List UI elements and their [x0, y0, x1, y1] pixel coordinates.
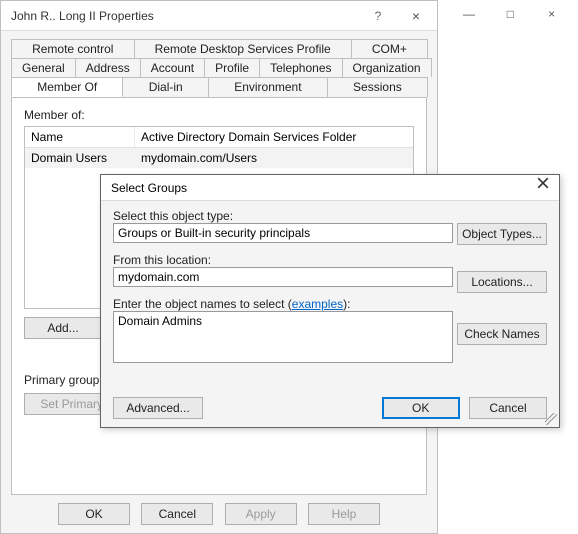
- close-icon[interactable]: ×: [401, 1, 431, 31]
- tab-general[interactable]: General: [11, 58, 76, 77]
- modal-titlebar: Select Groups: [101, 175, 559, 201]
- add-button[interactable]: Add...: [24, 317, 102, 339]
- object-types-button[interactable]: Object Types...: [457, 223, 547, 245]
- locations-button[interactable]: Locations...: [457, 271, 547, 293]
- help-button[interactable]: Help: [308, 503, 380, 525]
- resize-grip-icon[interactable]: [545, 413, 557, 425]
- table-header: Name Active Directory Domain Services Fo…: [25, 127, 413, 148]
- tab-account[interactable]: Account: [140, 58, 205, 77]
- object-type-field[interactable]: [113, 223, 453, 243]
- tab-strip: Remote control Remote Desktop Services P…: [11, 39, 427, 97]
- maximize-icon[interactable]: □: [491, 0, 529, 28]
- cancel-button[interactable]: Cancel: [141, 503, 213, 525]
- cell-folder: mydomain.com/Users: [135, 148, 413, 168]
- member-of-label: Member of:: [24, 108, 414, 122]
- apply-button[interactable]: Apply: [225, 503, 297, 525]
- location-label: From this location:: [113, 253, 547, 267]
- object-names-label: Enter the object names to select (exampl…: [113, 297, 547, 311]
- names-label-post: ):: [343, 297, 350, 311]
- check-names-button[interactable]: Check Names: [457, 323, 547, 345]
- titlebar: John R.. Long II Properties ? ×: [1, 1, 437, 31]
- modal-buttons: OK Cancel: [376, 397, 547, 419]
- dialog-buttons: OK Cancel Apply Help: [1, 503, 437, 525]
- tab-member-of[interactable]: Member Of: [11, 77, 123, 97]
- object-names-input[interactable]: [113, 311, 453, 363]
- parent-window-controls: — □ ×: [450, 0, 578, 40]
- examples-link[interactable]: examples: [292, 297, 343, 311]
- window-title: John R.. Long II Properties: [11, 9, 154, 23]
- ok-button[interactable]: OK: [58, 503, 130, 525]
- table-row[interactable]: Domain Users mydomain.com/Users: [25, 148, 413, 168]
- close-icon[interactable]: [531, 177, 555, 197]
- cell-name: Domain Users: [25, 148, 135, 168]
- col-name[interactable]: Name: [25, 127, 135, 147]
- tab-organization[interactable]: Organization: [342, 58, 432, 77]
- tab-telephones[interactable]: Telephones: [259, 58, 342, 77]
- minimize-icon[interactable]: —: [450, 0, 488, 28]
- names-label-pre: Enter the object names to select (: [113, 297, 292, 311]
- col-folder[interactable]: Active Directory Domain Services Folder: [135, 127, 413, 147]
- tab-rds-profile[interactable]: Remote Desktop Services Profile: [134, 39, 352, 58]
- object-type-label: Select this object type:: [113, 209, 547, 223]
- tab-remote-control[interactable]: Remote control: [11, 39, 135, 58]
- ok-button[interactable]: OK: [382, 397, 460, 419]
- tab-profile[interactable]: Profile: [204, 58, 260, 77]
- help-icon[interactable]: ?: [363, 1, 393, 31]
- tab-dial-in[interactable]: Dial-in: [122, 77, 208, 97]
- close-icon[interactable]: ×: [533, 0, 571, 28]
- tab-sessions[interactable]: Sessions: [327, 77, 428, 97]
- location-field[interactable]: [113, 267, 453, 287]
- select-groups-dialog: Select Groups Select this object type: O…: [100, 174, 560, 428]
- modal-title: Select Groups: [111, 181, 187, 195]
- tab-com-plus[interactable]: COM+: [351, 39, 428, 58]
- tab-environment[interactable]: Environment: [208, 77, 328, 97]
- advanced-button[interactable]: Advanced...: [113, 397, 203, 419]
- cancel-button[interactable]: Cancel: [469, 397, 547, 419]
- tab-address[interactable]: Address: [75, 58, 141, 77]
